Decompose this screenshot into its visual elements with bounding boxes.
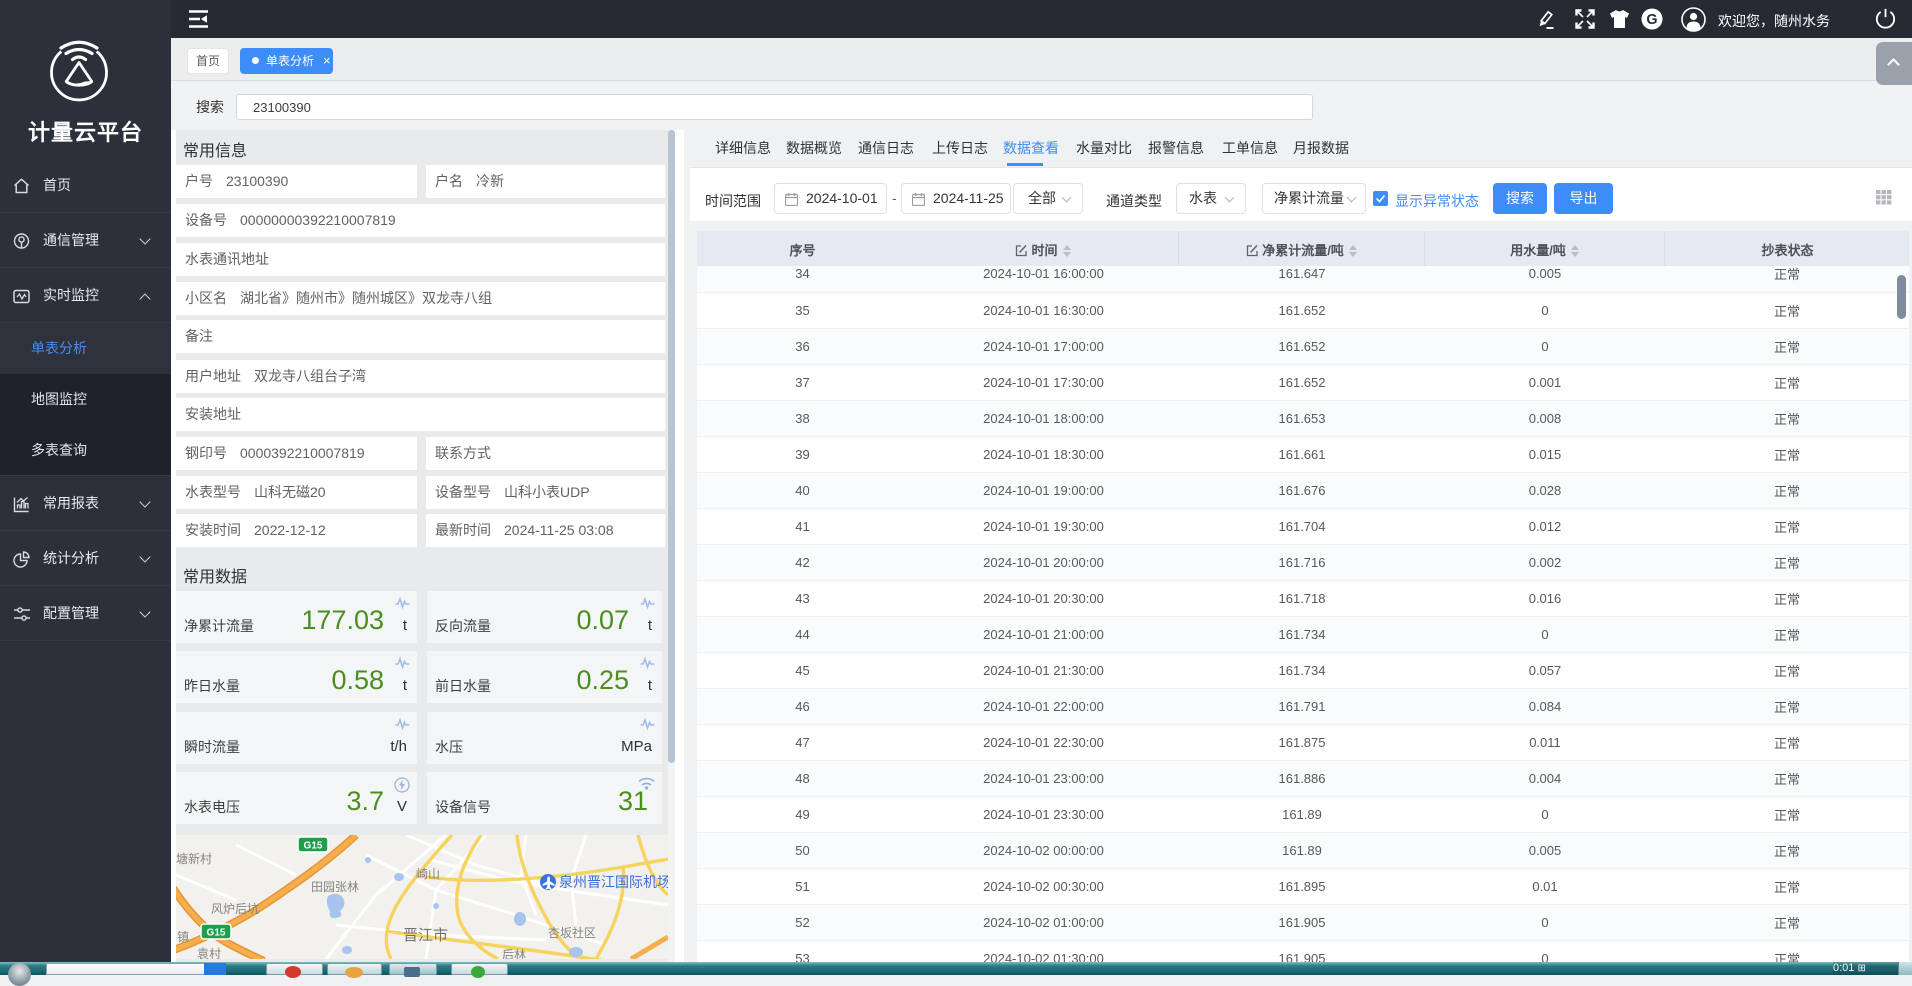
svg-text:G15: G15 bbox=[304, 841, 323, 852]
svg-text:田园张林: 田园张林 bbox=[311, 880, 359, 894]
svg-text:泉州晋江国际机场: 泉州晋江国际机场 bbox=[559, 874, 668, 890]
svg-text:风炉后坑: 风炉后坑 bbox=[211, 901, 259, 916]
svg-text:晋江市: 晋江市 bbox=[403, 927, 448, 944]
svg-text:崎山: 崎山 bbox=[416, 867, 440, 881]
svg-text:杏坂社区: 杏坂社区 bbox=[548, 925, 596, 940]
svg-text:G: G bbox=[1646, 12, 1657, 28]
svg-text:镇: 镇 bbox=[177, 930, 189, 944]
svg-text:袁村: 袁村 bbox=[197, 947, 221, 959]
svg-text:后林: 后林 bbox=[502, 948, 526, 959]
svg-text:G15: G15 bbox=[207, 928, 226, 939]
svg-text:塘新村: 塘新村 bbox=[176, 851, 212, 866]
